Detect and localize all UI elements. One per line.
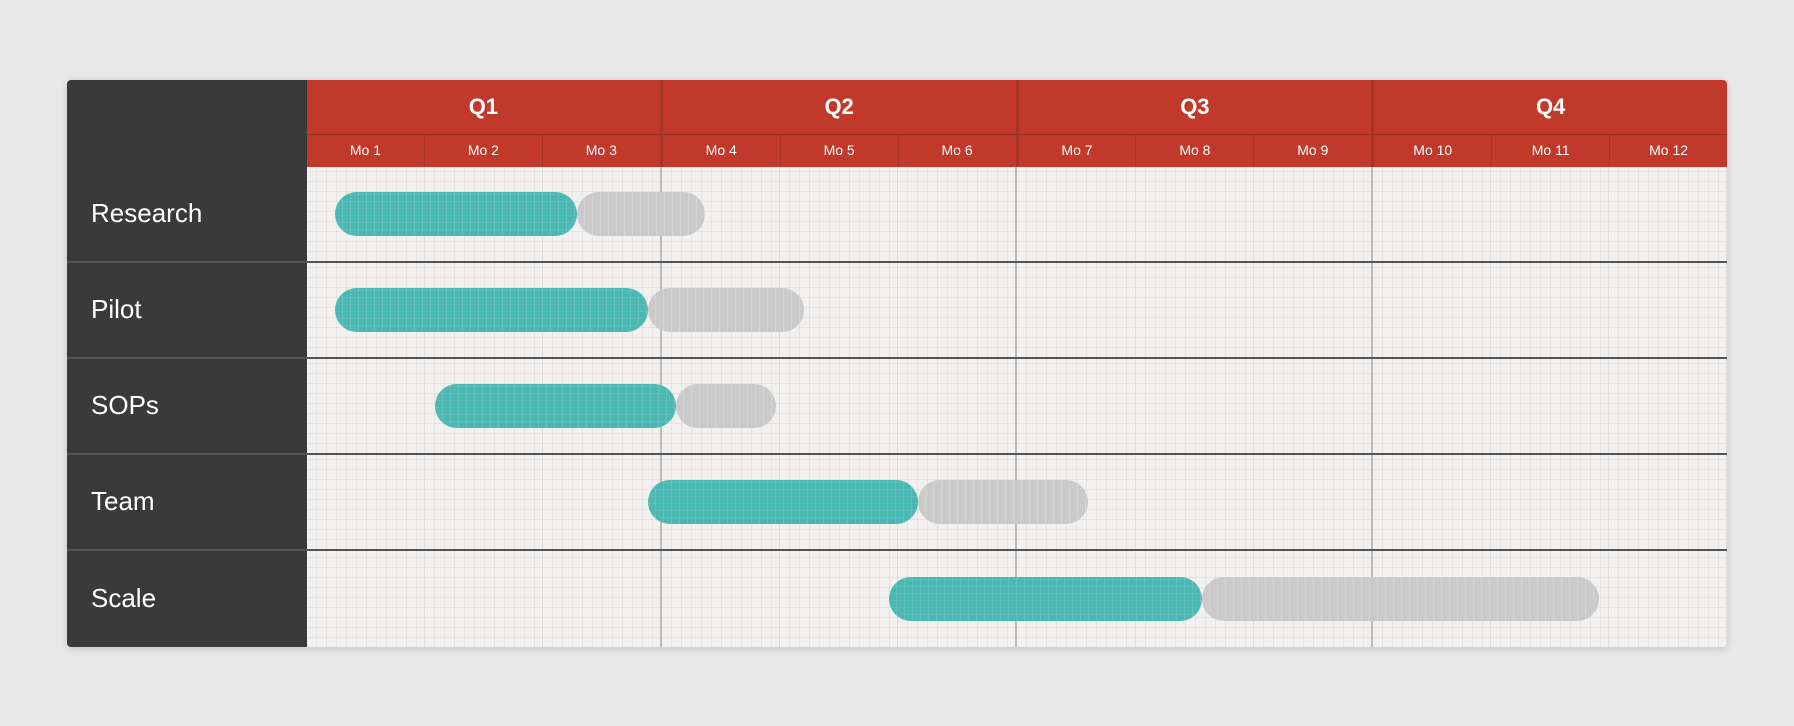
grid-col-12	[1609, 167, 1727, 261]
row-grid-team	[307, 455, 1727, 549]
grid-col-1	[307, 167, 425, 261]
grid-col-8	[1136, 455, 1254, 549]
grid-col-4	[662, 263, 780, 357]
gantt-chart: Q1 Q2 Q3 Q4 Mo 1 Mo 2 Mo 3 Mo 4 Mo 5 Mo …	[67, 80, 1727, 647]
month-3: Mo 3	[543, 134, 663, 167]
grid-col-2	[425, 167, 543, 261]
gantt-row-research: Research	[67, 167, 1727, 263]
grid-col-10	[1373, 551, 1491, 647]
grid-col-2	[425, 551, 543, 647]
grid-col-11	[1491, 551, 1609, 647]
month-4: Mo 4	[663, 134, 781, 167]
grid-col-9	[1254, 359, 1373, 453]
gantt-row-scale: Scale	[67, 551, 1727, 647]
grid-col-9	[1254, 167, 1373, 261]
grid-col-8	[1136, 263, 1254, 357]
grid-col-9	[1254, 455, 1373, 549]
grid-col-6	[898, 263, 1017, 357]
grid-col-11	[1491, 167, 1609, 261]
months-header: Mo 1 Mo 2 Mo 3 Mo 4 Mo 5 Mo 6 Mo 7 Mo 8 …	[307, 134, 1727, 167]
grid-col-1	[307, 551, 425, 647]
month-10: Mo 10	[1374, 134, 1492, 167]
grid-col-3	[543, 455, 662, 549]
quarter-q4: Q4	[1374, 80, 1727, 134]
grid-col-9	[1254, 551, 1373, 647]
gantt-data-rows: ResearchPilotSOPsTeamScale	[67, 167, 1727, 647]
month-11: Mo 11	[1492, 134, 1610, 167]
grid-col-7	[1017, 551, 1135, 647]
month-2: Mo 2	[425, 134, 543, 167]
row-label-team: Team	[67, 455, 307, 549]
grid-col-12	[1609, 263, 1727, 357]
row-grid-pilot	[307, 263, 1727, 357]
grid-col-1	[307, 359, 425, 453]
month-label-spacer	[67, 134, 307, 167]
row-grid-scale	[307, 551, 1727, 647]
month-5: Mo 5	[781, 134, 899, 167]
grid-col-4	[662, 359, 780, 453]
grid-col-10	[1373, 359, 1491, 453]
grid-col-6	[898, 167, 1017, 261]
grid-col-3	[543, 263, 662, 357]
grid-col-8	[1136, 551, 1254, 647]
grid-col-12	[1609, 551, 1727, 647]
month-8: Mo 8	[1136, 134, 1254, 167]
row-grid-sops	[307, 359, 1727, 453]
gantt-row-sops: SOPs	[67, 359, 1727, 455]
grid-col-5	[780, 455, 898, 549]
grid-col-2	[425, 263, 543, 357]
month-6: Mo 6	[899, 134, 1019, 167]
grid-col-7	[1017, 359, 1135, 453]
grid-col-8	[1136, 167, 1254, 261]
grid-col-4	[662, 551, 780, 647]
grid-col-1	[307, 455, 425, 549]
label-header-spacer	[67, 80, 307, 134]
quarters-header-row: Q1 Q2 Q3 Q4	[67, 80, 1727, 134]
quarter-q3: Q3	[1019, 80, 1375, 134]
grid-col-10	[1373, 167, 1491, 261]
month-7: Mo 7	[1019, 134, 1137, 167]
row-label-pilot: Pilot	[67, 263, 307, 357]
gantt-row-team: Team	[67, 455, 1727, 551]
grid-col-11	[1491, 359, 1609, 453]
grid-col-6	[898, 551, 1017, 647]
grid-col-12	[1609, 359, 1727, 453]
grid-col-2	[425, 359, 543, 453]
grid-col-3	[543, 551, 662, 647]
grid-col-11	[1491, 455, 1609, 549]
grid-col-8	[1136, 359, 1254, 453]
grid-col-12	[1609, 455, 1727, 549]
month-12: Mo 12	[1610, 134, 1727, 167]
grid-col-5	[780, 167, 898, 261]
grid-col-3	[543, 359, 662, 453]
grid-col-3	[543, 167, 662, 261]
grid-col-10	[1373, 263, 1491, 357]
row-label-research: Research	[67, 167, 307, 261]
quarters-header: Q1 Q2 Q3 Q4	[307, 80, 1727, 134]
months-header-row: Mo 1 Mo 2 Mo 3 Mo 4 Mo 5 Mo 6 Mo 7 Mo 8 …	[67, 134, 1727, 167]
grid-col-7	[1017, 455, 1135, 549]
quarter-q1: Q1	[307, 80, 663, 134]
grid-col-7	[1017, 263, 1135, 357]
grid-col-10	[1373, 455, 1491, 549]
grid-col-11	[1491, 263, 1609, 357]
grid-col-5	[780, 263, 898, 357]
row-label-scale: Scale	[67, 551, 307, 647]
grid-col-6	[898, 359, 1017, 453]
grid-col-6	[898, 455, 1017, 549]
grid-col-9	[1254, 263, 1373, 357]
grid-col-5	[780, 551, 898, 647]
month-1: Mo 1	[307, 134, 425, 167]
grid-col-4	[662, 455, 780, 549]
month-9: Mo 9	[1254, 134, 1374, 167]
row-grid-research	[307, 167, 1727, 261]
grid-col-2	[425, 455, 543, 549]
grid-col-5	[780, 359, 898, 453]
gantt-row-pilot: Pilot	[67, 263, 1727, 359]
grid-col-4	[662, 167, 780, 261]
row-label-sops: SOPs	[67, 359, 307, 453]
grid-col-7	[1017, 167, 1135, 261]
quarter-q2: Q2	[663, 80, 1019, 134]
grid-col-1	[307, 263, 425, 357]
